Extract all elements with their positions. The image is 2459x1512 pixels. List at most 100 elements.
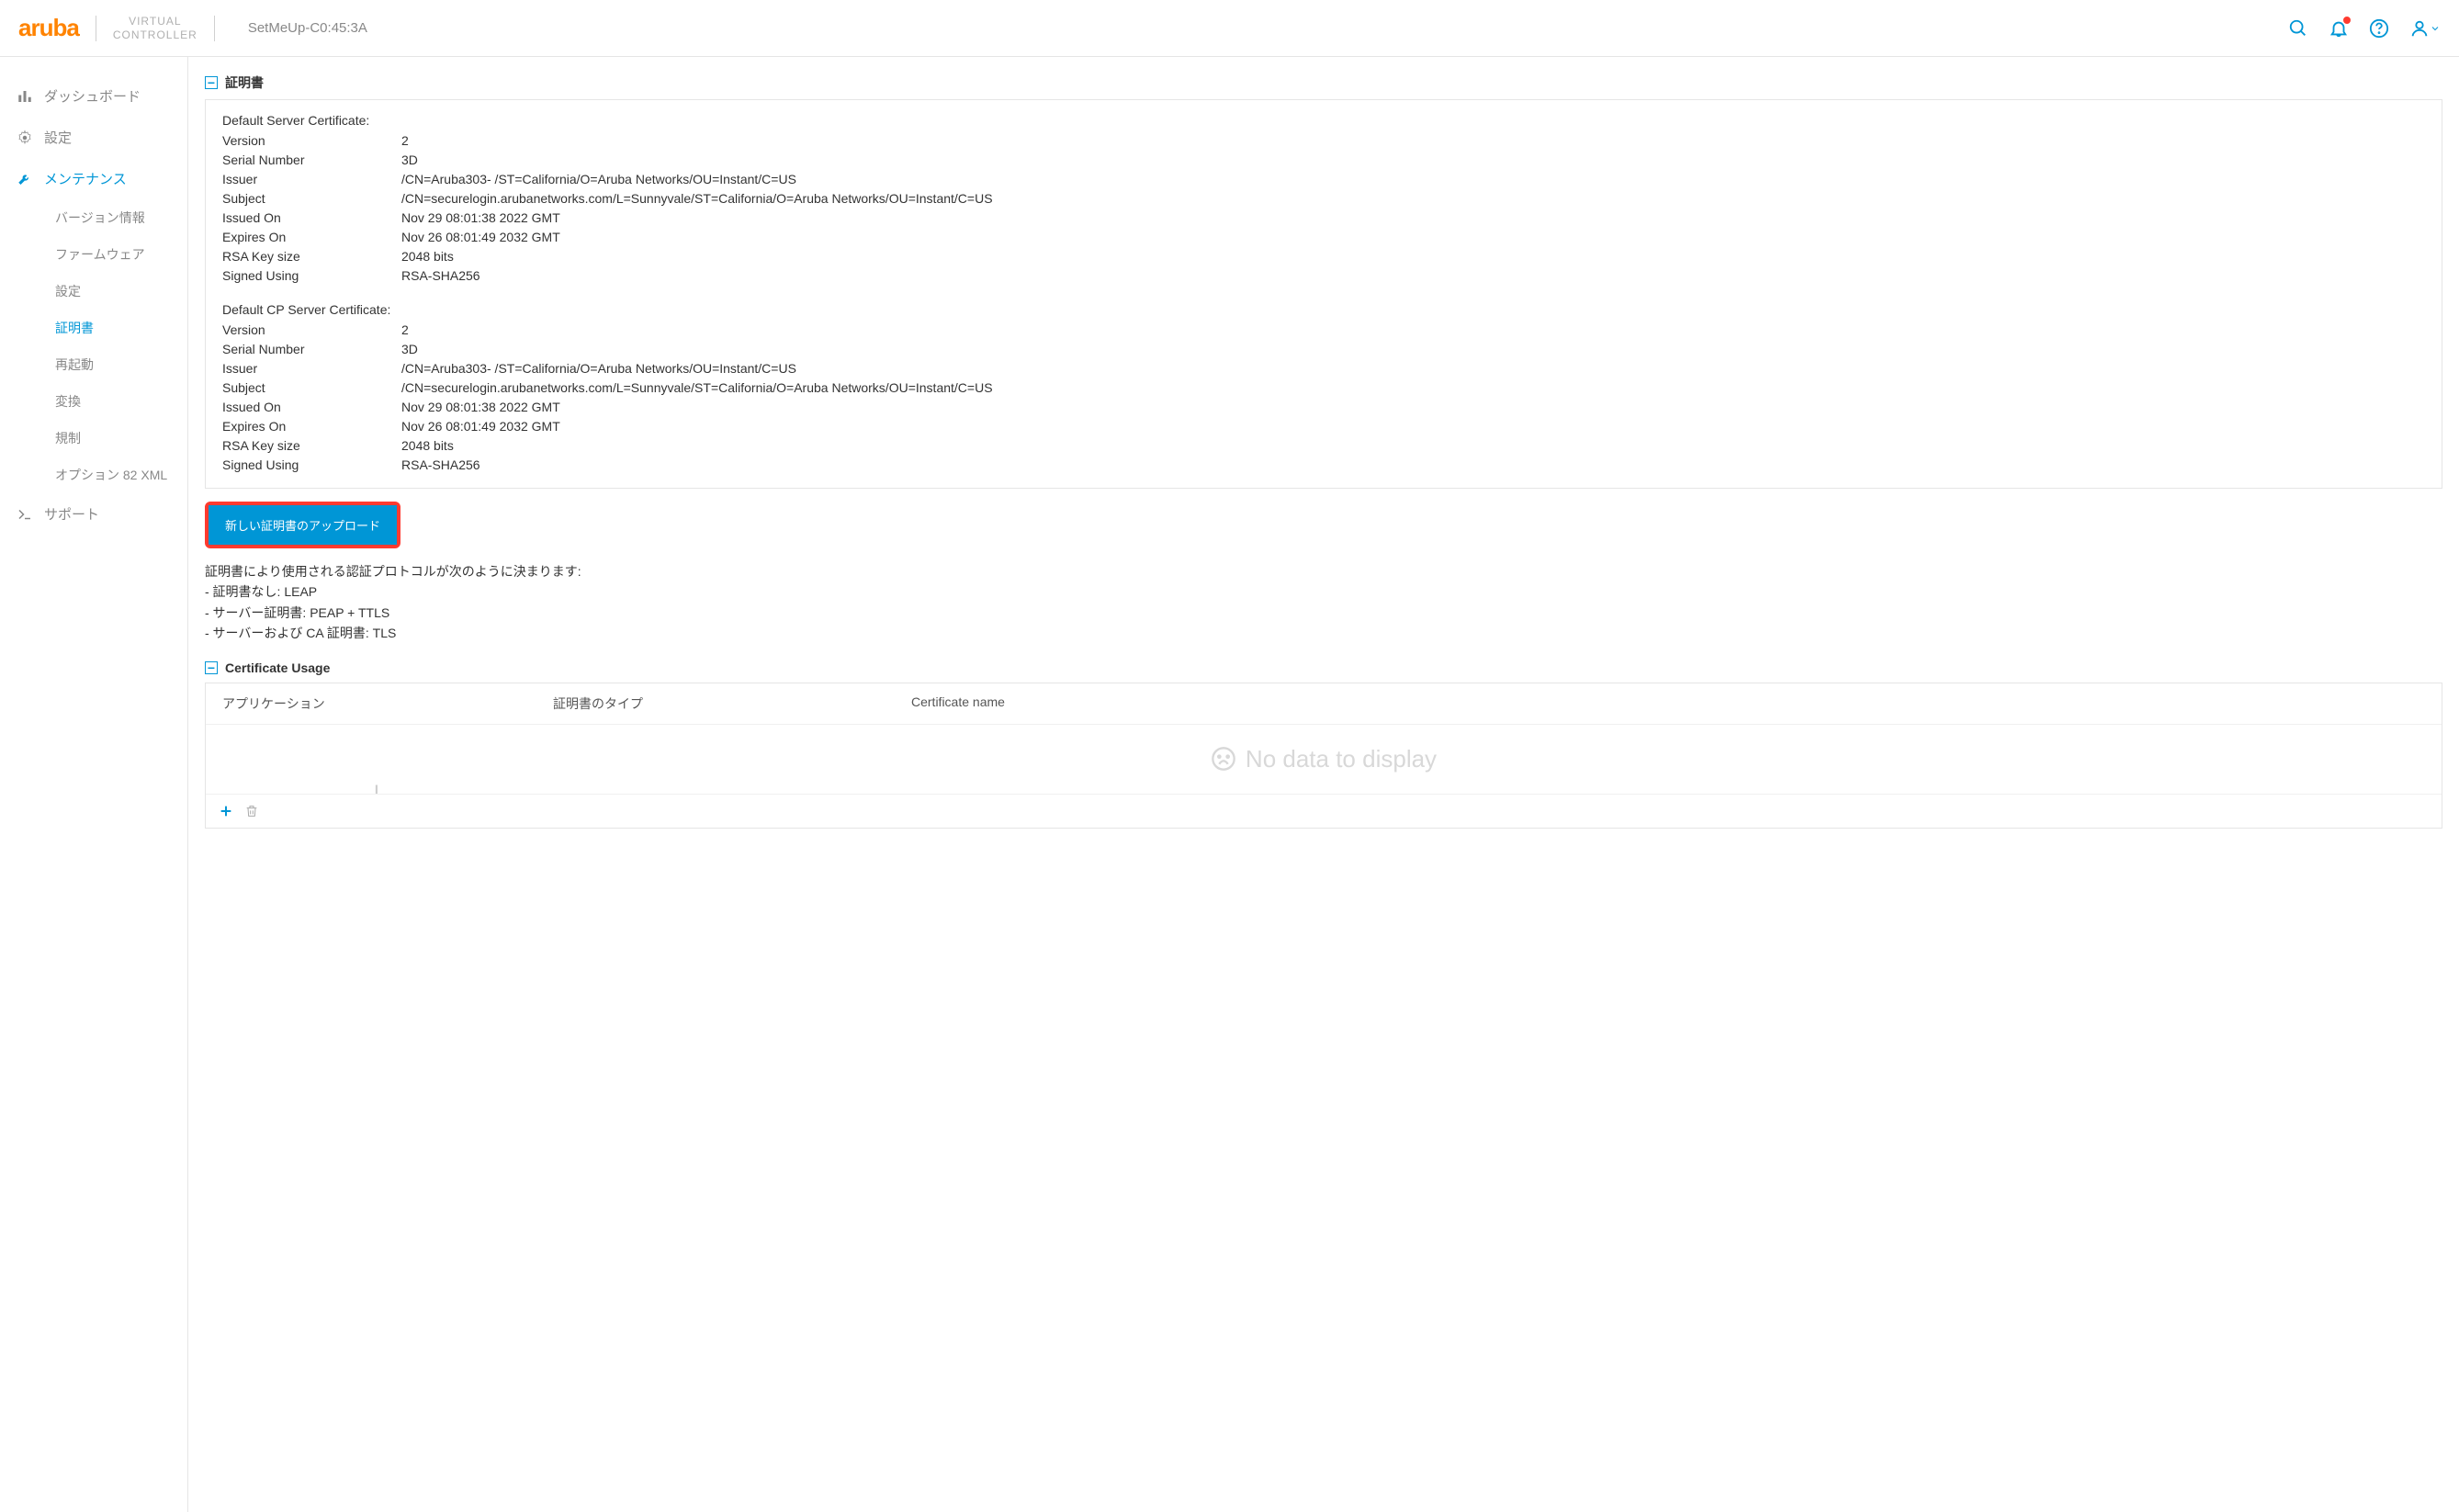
top-bar: aruba VIRTUAL CONTROLLER SetMeUp-C0:45:3… [0, 0, 2459, 57]
cert-label: Expires On [222, 228, 401, 247]
cert-label: Expires On [222, 417, 401, 436]
section-title: 証明書 [225, 73, 264, 92]
upload-cert-button[interactable]: 新しい証明書のアップロード [209, 505, 397, 545]
cert-row: RSA Key size2048 bits [222, 436, 2425, 456]
nav-dashboard[interactable]: ダッシュボード [0, 75, 187, 117]
cert-label: Serial Number [222, 340, 401, 359]
notification-dot [2343, 17, 2351, 24]
subnav-config[interactable]: 設定 [0, 273, 187, 310]
subnav-version[interactable]: バージョン情報 [0, 199, 187, 236]
cert-value: /CN=securelogin.arubanetworks.com/L=Sunn… [401, 378, 2425, 398]
cert-value: 2048 bits [401, 247, 2425, 266]
bell-icon[interactable] [2329, 18, 2349, 39]
collapse-toggle-icon[interactable]: − [205, 76, 218, 89]
usage-actions [206, 794, 2442, 828]
gear-icon [17, 130, 33, 146]
cert-row: Signed UsingRSA-SHA256 [222, 456, 2425, 475]
help-text: 証明書により使用される認証プロトコルが次のように決まります: - 証明書なし: … [205, 561, 2442, 644]
cert-label: Issued On [222, 398, 401, 417]
subnav-cert[interactable]: 証明書 [0, 310, 187, 346]
usage-table-header: アプリケーション 証明書のタイプ Certificate name [206, 683, 2442, 724]
collapse-toggle-icon[interactable]: − [205, 661, 218, 674]
cert-value: /CN=securelogin.arubanetworks.com/L=Sunn… [401, 189, 2425, 209]
nav-support[interactable]: サポート [0, 493, 187, 535]
wrench-icon [17, 171, 33, 187]
col-application: アプリケーション [222, 694, 553, 713]
cert-row: Serial Number3D [222, 340, 2425, 359]
cert-heading: Default Server Certificate: [222, 113, 2425, 128]
cert-value: 3D [401, 340, 2425, 359]
user-menu-icon[interactable] [2409, 18, 2441, 39]
cert-panel: Default Server Certificate:Version2Seria… [205, 99, 2442, 489]
cert-value: Nov 29 08:01:38 2022 GMT [401, 398, 2425, 417]
subnav-regulatory[interactable]: 規制 [0, 420, 187, 457]
main-content: ||| − 証明書 Default Server Certificate: Ver… [188, 57, 2459, 1512]
maintenance-subnav: バージョン情報 ファームウェア 設定 証明書 再起動 変換 規制 オプション 8… [0, 199, 187, 493]
cert-row: Subject/CN=securelogin.arubanetworks.com… [222, 189, 2425, 209]
hostname: SetMeUp-C0:45:3A [248, 20, 367, 36]
app-logo: aruba [18, 14, 79, 42]
section-title: Certificate Usage [225, 660, 330, 675]
cert-value: Nov 29 08:01:38 2022 GMT [401, 209, 2425, 228]
cert-value: 2 [401, 131, 2425, 151]
cert-label: Subject [222, 189, 401, 209]
chevron-down-icon [2430, 23, 2441, 34]
terminal-icon [17, 506, 33, 523]
upload-highlight: 新しい証明書のアップロード [205, 502, 400, 548]
subnav-option82[interactable]: オプション 82 XML [0, 457, 187, 493]
cert-row: Serial Number3D [222, 151, 2425, 170]
cert-label: Issuer [222, 359, 401, 378]
cert-value: 3D [401, 151, 2425, 170]
cert-value: /CN=Aruba303- /ST=California/O=Aruba Net… [401, 359, 2425, 378]
cert-label: RSA Key size [222, 436, 401, 456]
cert-row: Expires OnNov 26 08:01:49 2032 GMT [222, 417, 2425, 436]
cert-label: Subject [222, 378, 401, 398]
cert-heading: Default CP Server Certificate: [222, 302, 2425, 317]
usage-section-header: − Certificate Usage [205, 660, 2442, 675]
cert-value: 2 [401, 321, 2425, 340]
nav-maintenance[interactable]: メンテナンス [0, 158, 187, 199]
cert-value: RSA-SHA256 [401, 456, 2425, 475]
sidebar: ダッシュボード 設定 メンテナンス バージョン情報 ファームウェア 設定 証明書… [0, 57, 188, 1512]
cert-label: Version [222, 131, 401, 151]
usage-panel: アプリケーション 証明書のタイプ Certificate name No dat… [205, 683, 2442, 829]
cert-row: Expires OnNov 26 08:01:49 2032 GMT [222, 228, 2425, 247]
cert-value: /CN=Aruba303- /ST=California/O=Aruba Net… [401, 170, 2425, 189]
cert-label: Serial Number [222, 151, 401, 170]
cert-label: Issuer [222, 170, 401, 189]
cert-value: Nov 26 08:01:49 2032 GMT [401, 228, 2425, 247]
cert-value: 2048 bits [401, 436, 2425, 456]
cert-value: RSA-SHA256 [401, 266, 2425, 286]
cert-row: RSA Key size2048 bits [222, 247, 2425, 266]
cert-row: Version2 [222, 131, 2425, 151]
subnav-reboot[interactable]: 再起動 [0, 346, 187, 383]
subnav-convert[interactable]: 変換 [0, 383, 187, 420]
cert-row: Subject/CN=securelogin.arubanetworks.com… [222, 378, 2425, 398]
cert-block: Default Server Certificate: Version2Seria… [222, 113, 2425, 286]
topbar-actions [2288, 18, 2441, 39]
cert-block: Default CP Server Certificate: Version2Se… [222, 302, 2425, 475]
dashboard-icon [17, 88, 33, 105]
cert-row: Issuer/CN=Aruba303- /ST=California/O=Aru… [222, 359, 2425, 378]
cert-row: Signed UsingRSA-SHA256 [222, 266, 2425, 286]
col-cert-name: Certificate name [911, 694, 2425, 713]
col-cert-type: 証明書のタイプ [553, 694, 911, 713]
resize-handle[interactable]: ||| [375, 784, 377, 795]
nav-settings[interactable]: 設定 [0, 117, 187, 158]
cert-label: Version [222, 321, 401, 340]
vc-label: VIRTUAL CONTROLLER [113, 15, 197, 41]
sad-face-icon [1211, 746, 1236, 772]
divider [214, 16, 215, 41]
trash-icon[interactable] [244, 804, 259, 818]
cert-label: Signed Using [222, 266, 401, 286]
cert-label: Signed Using [222, 456, 401, 475]
help-icon[interactable] [2369, 18, 2389, 39]
subnav-firmware[interactable]: ファームウェア [0, 236, 187, 273]
cert-label: RSA Key size [222, 247, 401, 266]
cert-section-header: − 証明書 [205, 73, 2442, 92]
cert-row: Issued OnNov 29 08:01:38 2022 GMT [222, 398, 2425, 417]
cert-row: Version2 [222, 321, 2425, 340]
cert-row: Issuer/CN=Aruba303- /ST=California/O=Aru… [222, 170, 2425, 189]
search-icon[interactable] [2288, 18, 2308, 39]
add-icon[interactable] [219, 804, 233, 818]
